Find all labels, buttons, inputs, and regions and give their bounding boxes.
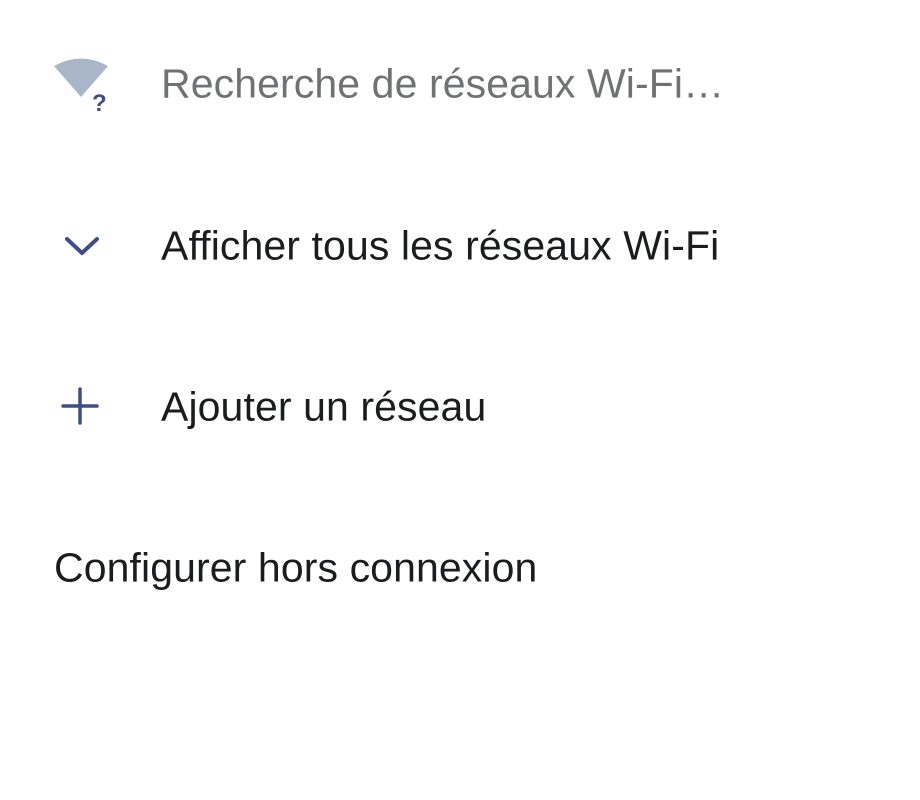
offline-setup-button[interactable]: Configurer hors connexion [0,518,920,618]
wifi-setup-screen: ? Recherche de réseaux Wi-Fi… Afficher t… [0,0,920,800]
svg-text:?: ? [92,90,107,113]
show-all-networks-button[interactable]: Afficher tous les réseaux Wi-Fi [0,196,920,296]
plus-icon [52,378,110,436]
chevron-down-icon [52,217,110,275]
show-all-networks-label: Afficher tous les réseaux Wi-Fi [161,222,720,269]
wifi-scanning-label: Recherche de réseaux Wi-Fi… [161,60,725,107]
add-network-button[interactable]: Ajouter un réseau [0,357,920,457]
wifi-scanning-status: ? Recherche de réseaux Wi-Fi… [0,34,920,134]
offline-setup-label: Configurer hors connexion [54,544,538,591]
add-network-label: Ajouter un réseau [161,383,487,430]
wifi-unknown-icon: ? [52,55,110,113]
